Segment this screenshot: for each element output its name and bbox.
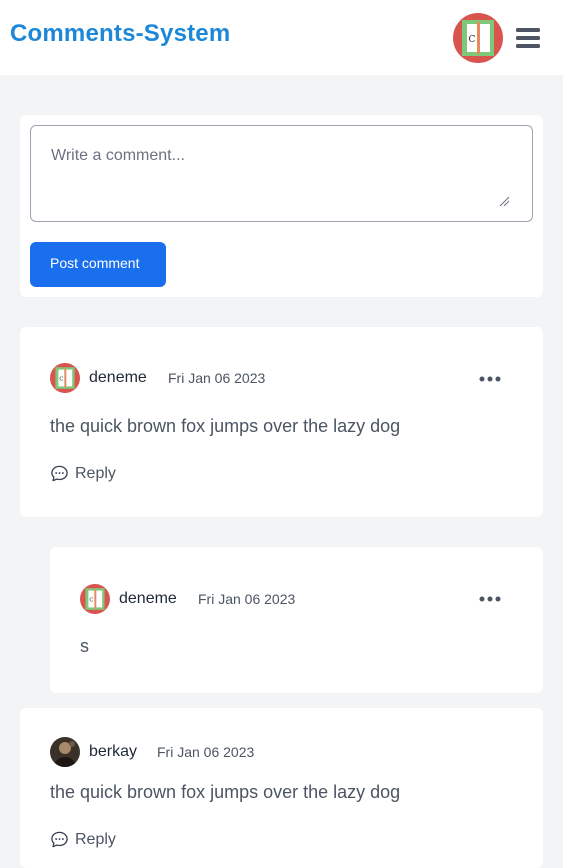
comment-avatar[interactable] [50,737,80,767]
comment-text: the quick brown fox jumps over the lazy … [50,782,401,802]
comment-username[interactable]: deneme [119,590,177,608]
comment-username[interactable]: deneme [89,369,147,387]
avatar-image-icon: C [50,363,80,393]
app-header: Comments-System C [0,0,563,75]
brand-title[interactable]: Comments-System [10,20,230,48]
comment-date: Fri Jan 06 2023 [168,370,266,386]
more-options-icon[interactable] [479,376,501,382]
comment-text: the quick brown fox jumps over the lazy … [50,416,401,436]
comment-date: Fri Jan 06 2023 [198,591,296,607]
svg-text:C: C [469,35,476,45]
comment-card: C deneme Fri Jan 06 2023 the quick brown… [20,327,543,517]
reply-button[interactable]: Reply [50,464,116,483]
reply-button[interactable]: Reply [50,830,116,849]
comment-card: berkay Fri Jan 06 2023 the quick brown f… [20,708,543,868]
user-avatar[interactable]: C [453,13,503,63]
more-options-icon[interactable] [479,596,501,602]
comment-card: C deneme Fri Jan 06 2023 s [50,547,543,693]
chat-bubble-icon [51,465,68,482]
avatar-image-icon: C [80,584,110,614]
svg-text:C: C [59,376,63,382]
chat-bubble-icon [51,831,68,848]
comment-avatar[interactable]: C [80,584,110,614]
comment-text: s [80,636,89,656]
comment-composer: Post comment [20,115,543,297]
avatar-photo-icon [50,737,80,767]
reply-label: Reply [75,464,116,482]
comment-input[interactable] [30,125,533,222]
comment-avatar[interactable]: C [50,363,80,393]
comment-username[interactable]: berkay [89,743,137,761]
hamburger-menu-icon[interactable] [516,27,540,49]
resize-handle-icon[interactable] [498,195,510,207]
post-comment-button[interactable]: Post comment [30,242,166,287]
comment-date: Fri Jan 06 2023 [157,744,255,760]
reply-label: Reply [75,830,116,848]
avatar-image-icon: C [453,13,503,63]
svg-text:C: C [89,597,93,603]
